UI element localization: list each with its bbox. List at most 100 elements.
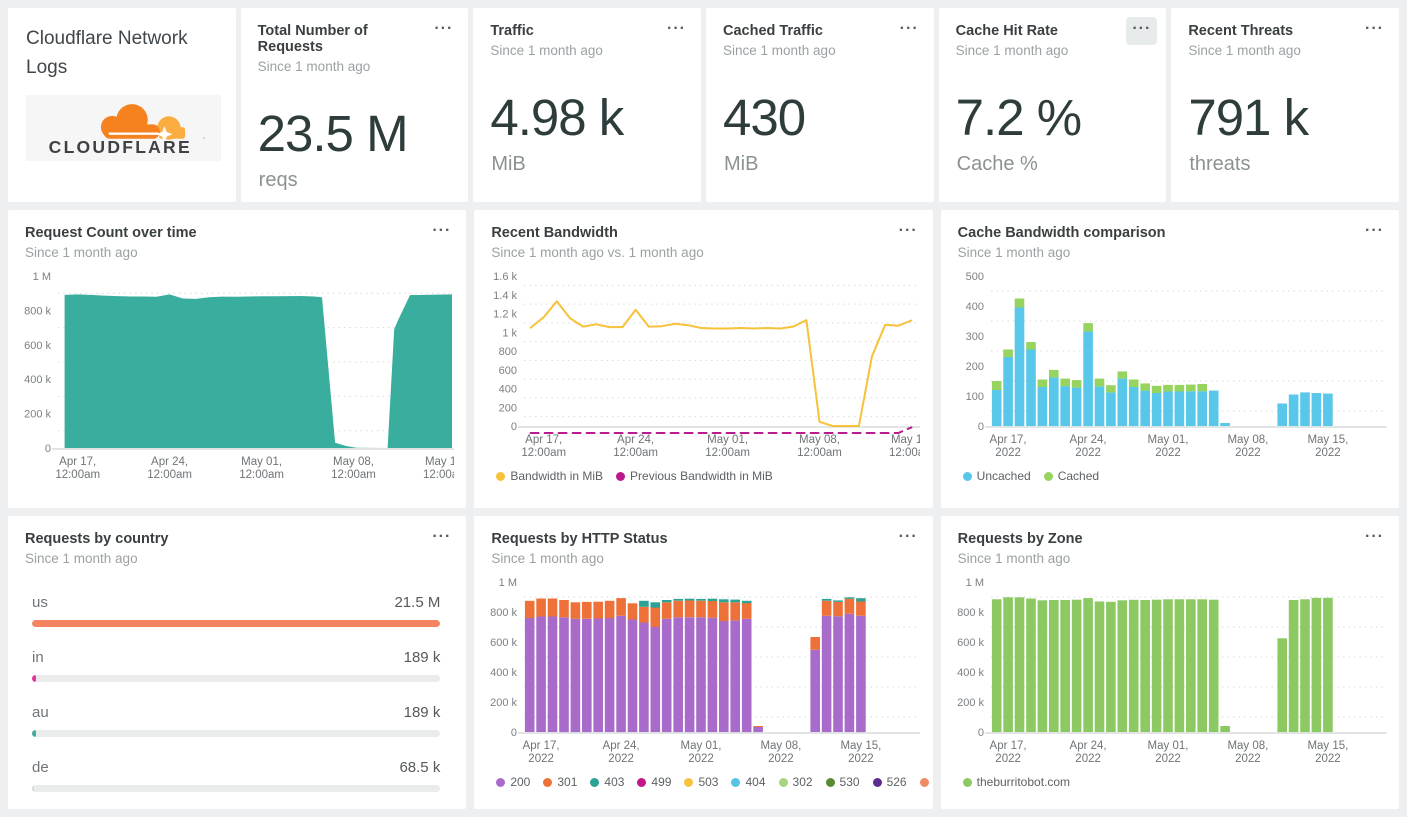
charts-row-1: Request Count over time Since 1 month ag… bbox=[8, 210, 1399, 508]
svg-text:12:00am: 12:00am bbox=[706, 447, 751, 459]
svg-text:2022: 2022 bbox=[1235, 447, 1261, 459]
ellipsis-menu-icon[interactable]: ··· bbox=[426, 219, 457, 247]
ellipsis-menu-icon[interactable]: ··· bbox=[893, 219, 924, 247]
legend-item[interactable]: 301 bbox=[543, 775, 577, 789]
svg-text:12:00am: 12:00am bbox=[331, 469, 376, 481]
country-row: au 189 k bbox=[32, 704, 441, 737]
svg-text:1 M: 1 M bbox=[33, 271, 51, 283]
cache-bandwidth-chart: 5004003002001000Apr 17,2022Apr 24,2022Ma… bbox=[965, 271, 1387, 459]
country-bar-track bbox=[32, 620, 441, 627]
svg-text:May 08,: May 08, bbox=[761, 740, 802, 752]
svg-text:200: 200 bbox=[965, 361, 983, 373]
svg-text:May 08,: May 08, bbox=[333, 456, 374, 468]
chart-legend: 200 301 403 499 503 404 302 530 526 524 bbox=[474, 771, 932, 789]
svg-text:1 M: 1 M bbox=[499, 577, 517, 589]
charts-row-2: Requests by country Since 1 month ago ··… bbox=[8, 516, 1399, 809]
country-label: au bbox=[32, 704, 49, 721]
panel-traffic: Traffic Since 1 month ago ··· 4.98 k MiB bbox=[473, 8, 701, 202]
panel-recent-bandwidth-chart: Recent Bandwidth Since 1 month ago vs. 1… bbox=[474, 210, 933, 508]
legend-item[interactable]: Previous Bandwidth in MiB bbox=[616, 469, 773, 483]
ellipsis-menu-icon[interactable]: ··· bbox=[1359, 525, 1390, 553]
svg-text:800: 800 bbox=[499, 346, 517, 358]
legend-item[interactable]: 530 bbox=[825, 775, 860, 789]
dashboard: Cloudflare Network Logs CLOUDFLARE ' Tot… bbox=[0, 0, 1407, 817]
ellipsis-menu-icon[interactable]: ··· bbox=[894, 17, 925, 45]
svg-text:0: 0 bbox=[978, 727, 984, 739]
svg-text:800 k: 800 k bbox=[490, 607, 517, 619]
stat-value: 7.2 % bbox=[955, 89, 1082, 146]
svg-text:May 01,: May 01, bbox=[707, 434, 748, 446]
legend-item[interactable]: theburritobot.com bbox=[962, 775, 1070, 789]
legend-item[interactable]: Bandwidth in MiB bbox=[496, 469, 603, 483]
legend-dot-icon bbox=[543, 777, 553, 787]
legend-item[interactable]: 302 bbox=[778, 775, 813, 789]
svg-text:': ' bbox=[203, 135, 205, 145]
svg-text:0: 0 bbox=[511, 727, 517, 739]
legend-label: 301 bbox=[557, 775, 578, 789]
legend-item[interactable]: Cached bbox=[1043, 469, 1099, 483]
legend-item[interactable]: 403 bbox=[590, 775, 624, 789]
stats-row: Cloudflare Network Logs CLOUDFLARE ' Tot… bbox=[8, 8, 1399, 202]
panel-title: Requests by country bbox=[25, 531, 169, 547]
svg-text:2022: 2022 bbox=[1155, 753, 1181, 765]
stat-unit: reqs bbox=[258, 169, 298, 191]
svg-text:12:00am: 12:00am bbox=[423, 469, 454, 481]
ellipsis-menu-icon[interactable]: ··· bbox=[661, 17, 692, 45]
country-bar-fill bbox=[32, 675, 37, 682]
legend-item[interactable]: 404 bbox=[731, 775, 766, 789]
country-bar-track bbox=[32, 730, 441, 737]
country-value: 68.5 k bbox=[399, 759, 441, 776]
legend-item[interactable]: 200 bbox=[496, 775, 530, 789]
svg-text:100: 100 bbox=[965, 391, 983, 403]
svg-text:400 k: 400 k bbox=[957, 667, 984, 679]
stat-value: 791 k bbox=[1188, 89, 1309, 146]
country-label: de bbox=[32, 759, 49, 776]
ellipsis-menu-icon[interactable]: ··· bbox=[426, 525, 457, 553]
ellipsis-menu-icon[interactable]: ··· bbox=[1359, 17, 1390, 45]
country-row: de 68.5 k bbox=[32, 759, 441, 792]
svg-text:Apr 17,: Apr 17, bbox=[59, 456, 96, 468]
svg-text:300: 300 bbox=[965, 331, 983, 343]
ellipsis-menu-icon[interactable]: ··· bbox=[428, 17, 459, 45]
ellipsis-menu-icon[interactable]: ··· bbox=[1126, 17, 1158, 45]
svg-text:May 01,: May 01, bbox=[681, 740, 722, 752]
stat-value: 430 bbox=[723, 89, 806, 146]
ellipsis-menu-icon[interactable]: ··· bbox=[1359, 219, 1390, 247]
svg-text:May 08,: May 08, bbox=[1227, 434, 1268, 446]
legend-dot-icon bbox=[637, 777, 647, 787]
legend-label: 200 bbox=[510, 775, 531, 789]
svg-text:0: 0 bbox=[978, 421, 984, 433]
country-label: us bbox=[32, 594, 48, 611]
svg-text:Apr 24,: Apr 24, bbox=[617, 434, 654, 446]
legend-item[interactable]: 499 bbox=[637, 775, 671, 789]
ellipsis-menu-icon[interactable]: ··· bbox=[893, 525, 924, 553]
svg-text:12:00am: 12:00am bbox=[55, 469, 100, 481]
panel-title: Request Count over time bbox=[25, 225, 197, 241]
panel-subtitle: Since 1 month ago bbox=[25, 551, 138, 566]
legend-item[interactable]: 526 bbox=[872, 775, 907, 789]
svg-text:Apr 24,: Apr 24, bbox=[603, 740, 640, 752]
cloudflare-logo-icon: CLOUDFLARE ' bbox=[49, 104, 205, 157]
svg-text:800 k: 800 k bbox=[957, 607, 984, 619]
svg-text:2022: 2022 bbox=[848, 753, 874, 765]
legend-item[interactable]: Uncached bbox=[962, 469, 1031, 483]
svg-text:May 01,: May 01, bbox=[241, 456, 282, 468]
legend-dot-icon bbox=[962, 777, 972, 787]
svg-text:600 k: 600 k bbox=[957, 637, 984, 649]
legend-item[interactable]: 503 bbox=[684, 775, 718, 789]
country-value: 189 k bbox=[403, 704, 441, 721]
country-row: in 189 k bbox=[32, 649, 441, 682]
chart-legend: Uncached Cached bbox=[941, 465, 1399, 483]
svg-text:600 k: 600 k bbox=[24, 340, 51, 352]
svg-text:400 k: 400 k bbox=[24, 374, 51, 386]
svg-text:2022: 2022 bbox=[768, 753, 794, 765]
panel-title: Cache Hit Rate bbox=[955, 23, 1058, 39]
legend-label: 503 bbox=[698, 775, 719, 789]
legend-item[interactable]: 524 bbox=[919, 775, 933, 789]
panel-requests-by-country: Requests by country Since 1 month ago ··… bbox=[8, 516, 467, 809]
svg-text:1.2 k: 1.2 k bbox=[493, 309, 517, 321]
svg-text:0: 0 bbox=[511, 421, 517, 433]
panel-title: Cache Bandwidth comparison bbox=[957, 225, 1166, 241]
panel-title: Requests by Zone bbox=[957, 531, 1083, 547]
svg-text:Apr 17,: Apr 17, bbox=[523, 740, 560, 752]
